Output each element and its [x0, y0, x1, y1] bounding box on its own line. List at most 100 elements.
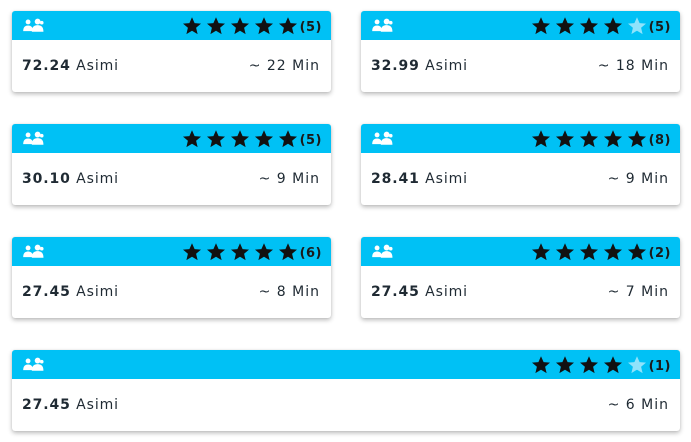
price-currency: Asimi	[425, 58, 468, 74]
star-filled-icon	[627, 129, 646, 147]
offer-card-header: (6)	[12, 237, 331, 266]
price: 30.10 Asimi	[22, 153, 119, 205]
star-empty-icon	[627, 16, 646, 34]
review-count: (5)	[648, 20, 671, 35]
offer-card[interactable]: (2) 27.45 Asimi ~ 7 Min	[361, 237, 680, 318]
review-count: (2)	[648, 246, 671, 261]
review-count: (1)	[648, 359, 671, 374]
star-filled-icon	[230, 242, 249, 260]
star-rating: (5)	[178, 124, 322, 153]
star-filled-icon	[555, 242, 574, 260]
offer-card[interactable]: (5) 30.10 Asimi ~ 9 Min	[12, 124, 331, 205]
review-count: (8)	[648, 133, 671, 148]
star-filled-icon	[278, 129, 297, 147]
price-currency: Asimi	[76, 171, 119, 187]
star-filled-icon	[579, 16, 598, 34]
price-amount: 28.41	[371, 171, 420, 187]
price-amount: 72.24	[22, 58, 71, 74]
star-rating: (6)	[178, 237, 322, 266]
star-filled-icon	[531, 355, 550, 373]
star-filled-icon	[254, 242, 273, 260]
estimated-time: ~ 18 Min	[597, 58, 669, 74]
offer-card[interactable]: (5) 32.99 Asimi ~ 18 Min	[361, 11, 680, 92]
price-amount: 32.99	[371, 58, 420, 74]
estimated-time: ~ 9 Min	[258, 171, 320, 187]
review-count: (5)	[299, 133, 322, 148]
offer-card[interactable]: (5) 72.24 Asimi ~ 22 Min	[12, 11, 331, 92]
offer-card-body: 27.45 Asimi ~ 8 Min	[12, 266, 331, 318]
price: 27.45 Asimi	[22, 379, 119, 431]
price: 27.45 Asimi	[22, 266, 119, 318]
users-icon	[372, 131, 393, 145]
price: 32.99 Asimi	[371, 40, 468, 92]
estimated-time: ~ 9 Min	[607, 171, 669, 187]
offer-card-body: 32.99 Asimi ~ 18 Min	[361, 40, 680, 92]
star-filled-icon	[206, 16, 225, 34]
star-filled-icon	[206, 242, 225, 260]
offer-card-body: 28.41 Asimi ~ 9 Min	[361, 153, 680, 205]
price-amount: 30.10	[22, 171, 71, 187]
offer-card[interactable]: (6) 27.45 Asimi ~ 8 Min	[12, 237, 331, 318]
star-filled-icon	[230, 16, 249, 34]
estimated-time: ~ 22 Min	[248, 58, 320, 74]
star-filled-icon	[531, 129, 550, 147]
star-filled-icon	[555, 16, 574, 34]
estimated-time: ~ 8 Min	[258, 284, 320, 300]
star-filled-icon	[603, 129, 622, 147]
users-icon	[23, 18, 44, 32]
star-rating: (1)	[527, 350, 671, 379]
star-filled-icon	[531, 16, 550, 34]
star-filled-icon	[579, 242, 598, 260]
star-filled-icon	[603, 355, 622, 373]
star-filled-icon	[230, 129, 249, 147]
price: 72.24 Asimi	[22, 40, 119, 92]
offer-card[interactable]: (1) 27.45 Asimi ~ 6 Min	[12, 350, 680, 431]
offer-card-body: 72.24 Asimi ~ 22 Min	[12, 40, 331, 92]
price-amount: 27.45	[371, 284, 420, 300]
price-amount: 27.45	[22, 284, 71, 300]
offer-card-header: (1)	[12, 350, 680, 379]
star-rating: (8)	[527, 124, 671, 153]
star-empty-icon	[627, 355, 646, 373]
price: 28.41 Asimi	[371, 153, 468, 205]
star-filled-icon	[579, 355, 598, 373]
offer-card-header: (5)	[361, 11, 680, 40]
price: 27.45 Asimi	[371, 266, 468, 318]
estimated-time: ~ 7 Min	[607, 284, 669, 300]
star-filled-icon	[182, 16, 201, 34]
star-filled-icon	[603, 242, 622, 260]
star-filled-icon	[579, 129, 598, 147]
star-rating: (5)	[178, 11, 322, 40]
offer-card-header: (5)	[12, 11, 331, 40]
star-filled-icon	[254, 129, 273, 147]
price-amount: 27.45	[22, 397, 71, 413]
price-currency: Asimi	[76, 397, 119, 413]
offer-card-header: (8)	[361, 124, 680, 153]
star-filled-icon	[182, 129, 201, 147]
star-filled-icon	[531, 242, 550, 260]
star-filled-icon	[182, 242, 201, 260]
offer-card[interactable]: (8) 28.41 Asimi ~ 9 Min	[361, 124, 680, 205]
price-currency: Asimi	[425, 284, 468, 300]
review-count: (6)	[299, 246, 322, 261]
users-icon	[372, 18, 393, 32]
offer-card-body: 30.10 Asimi ~ 9 Min	[12, 153, 331, 205]
star-filled-icon	[206, 129, 225, 147]
review-count: (5)	[299, 20, 322, 35]
estimated-time: ~ 6 Min	[607, 397, 669, 413]
star-filled-icon	[254, 16, 273, 34]
offer-card-header: (2)	[361, 237, 680, 266]
price-currency: Asimi	[425, 171, 468, 187]
users-icon	[23, 244, 44, 258]
users-icon	[23, 357, 44, 371]
offer-card-body: 27.45 Asimi ~ 7 Min	[361, 266, 680, 318]
star-filled-icon	[555, 355, 574, 373]
star-filled-icon	[627, 242, 646, 260]
star-filled-icon	[278, 242, 297, 260]
star-rating: (2)	[527, 237, 671, 266]
price-currency: Asimi	[76, 284, 119, 300]
users-icon	[23, 131, 44, 145]
star-filled-icon	[555, 129, 574, 147]
price-currency: Asimi	[76, 58, 119, 74]
star-filled-icon	[603, 16, 622, 34]
